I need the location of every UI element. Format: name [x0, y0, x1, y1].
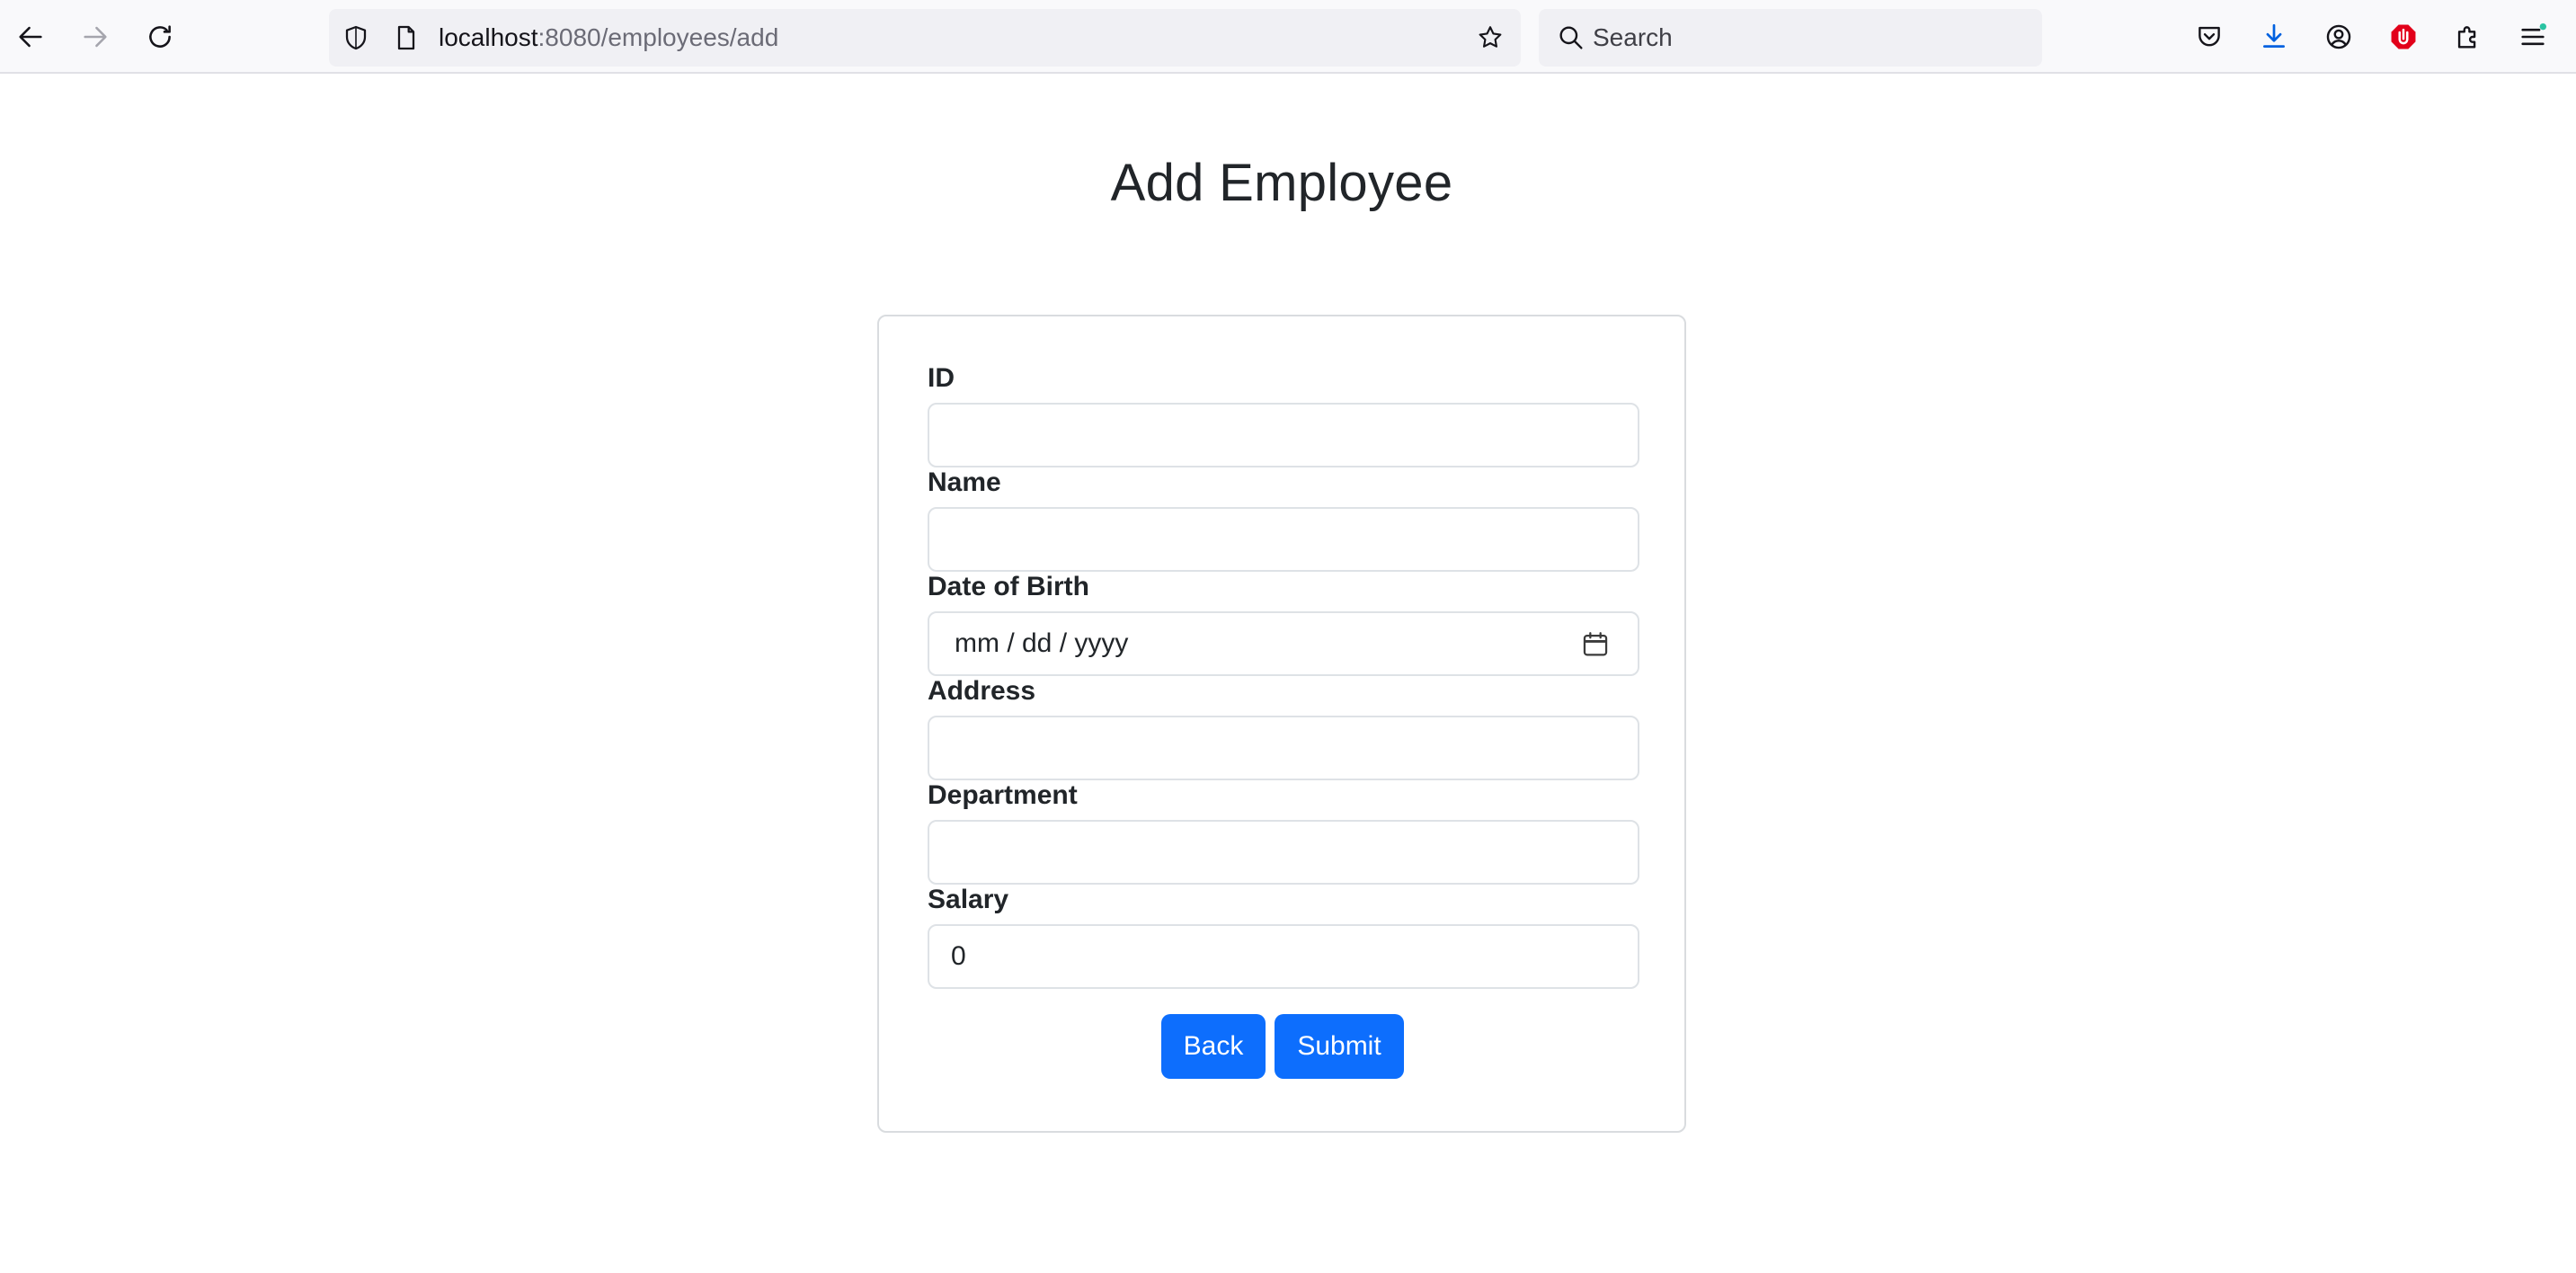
id-field-group: ID: [928, 363, 1639, 467]
url-host: localhost: [439, 23, 538, 51]
id-input[interactable]: [928, 403, 1639, 467]
dob-field-group: Date of Birth mm / dd / yyyy: [928, 572, 1639, 676]
address-label: Address: [928, 676, 1036, 706]
dob-placeholder: mm / dd / yyyy: [955, 628, 1129, 658]
star-bookmark-icon[interactable]: [1474, 22, 1506, 54]
forward-arrow-icon[interactable]: [74, 15, 117, 58]
salary-label: Salary: [928, 885, 1009, 914]
department-label: Department: [928, 780, 1078, 810]
account-icon[interactable]: [2317, 15, 2360, 58]
back-button[interactable]: Back: [1161, 1014, 1266, 1079]
back-arrow-icon[interactable]: [9, 15, 52, 58]
salary-input[interactable]: [928, 924, 1639, 989]
extensions-puzzle-icon[interactable]: [2447, 15, 2490, 58]
salary-field-group: Salary: [928, 885, 1639, 989]
submit-button[interactable]: Submit: [1275, 1014, 1404, 1079]
app-menu-icon[interactable]: [2511, 15, 2554, 58]
ublock-extension-icon[interactable]: [2382, 15, 2425, 58]
employee-form-card: ID Name Date of Birth mm / dd / yyyy Add…: [877, 315, 1686, 1133]
address-input[interactable]: [928, 716, 1639, 780]
dob-label: Date of Birth: [928, 572, 1089, 601]
address-field-group: Address: [928, 676, 1639, 780]
department-input[interactable]: [928, 820, 1639, 885]
browser-toolbar: localhost:8080/employees/add: [0, 0, 2576, 74]
shield-icon[interactable]: [340, 22, 372, 54]
department-field-group: Department: [928, 780, 1639, 885]
calendar-icon[interactable]: [1580, 629, 1611, 660]
dob-input[interactable]: mm / dd / yyyy: [928, 611, 1639, 676]
url-bar[interactable]: localhost:8080/employees/add: [329, 9, 1521, 67]
url-path: :8080/employees/add: [537, 23, 779, 51]
download-icon[interactable]: [2252, 15, 2296, 58]
search-icon: [1555, 22, 1587, 54]
url-text[interactable]: localhost:8080/employees/add: [439, 9, 778, 67]
search-bar[interactable]: [1539, 9, 2042, 67]
reload-icon[interactable]: [138, 15, 182, 58]
name-label: Name: [928, 467, 1001, 497]
pocket-icon[interactable]: [2188, 15, 2231, 58]
name-input[interactable]: [928, 507, 1639, 572]
page-icon[interactable]: [390, 22, 422, 54]
page-title: Add Employee: [1110, 154, 1453, 212]
search-input[interactable]: [1593, 9, 2024, 67]
id-label: ID: [928, 363, 955, 393]
name-field-group: Name: [928, 467, 1639, 572]
